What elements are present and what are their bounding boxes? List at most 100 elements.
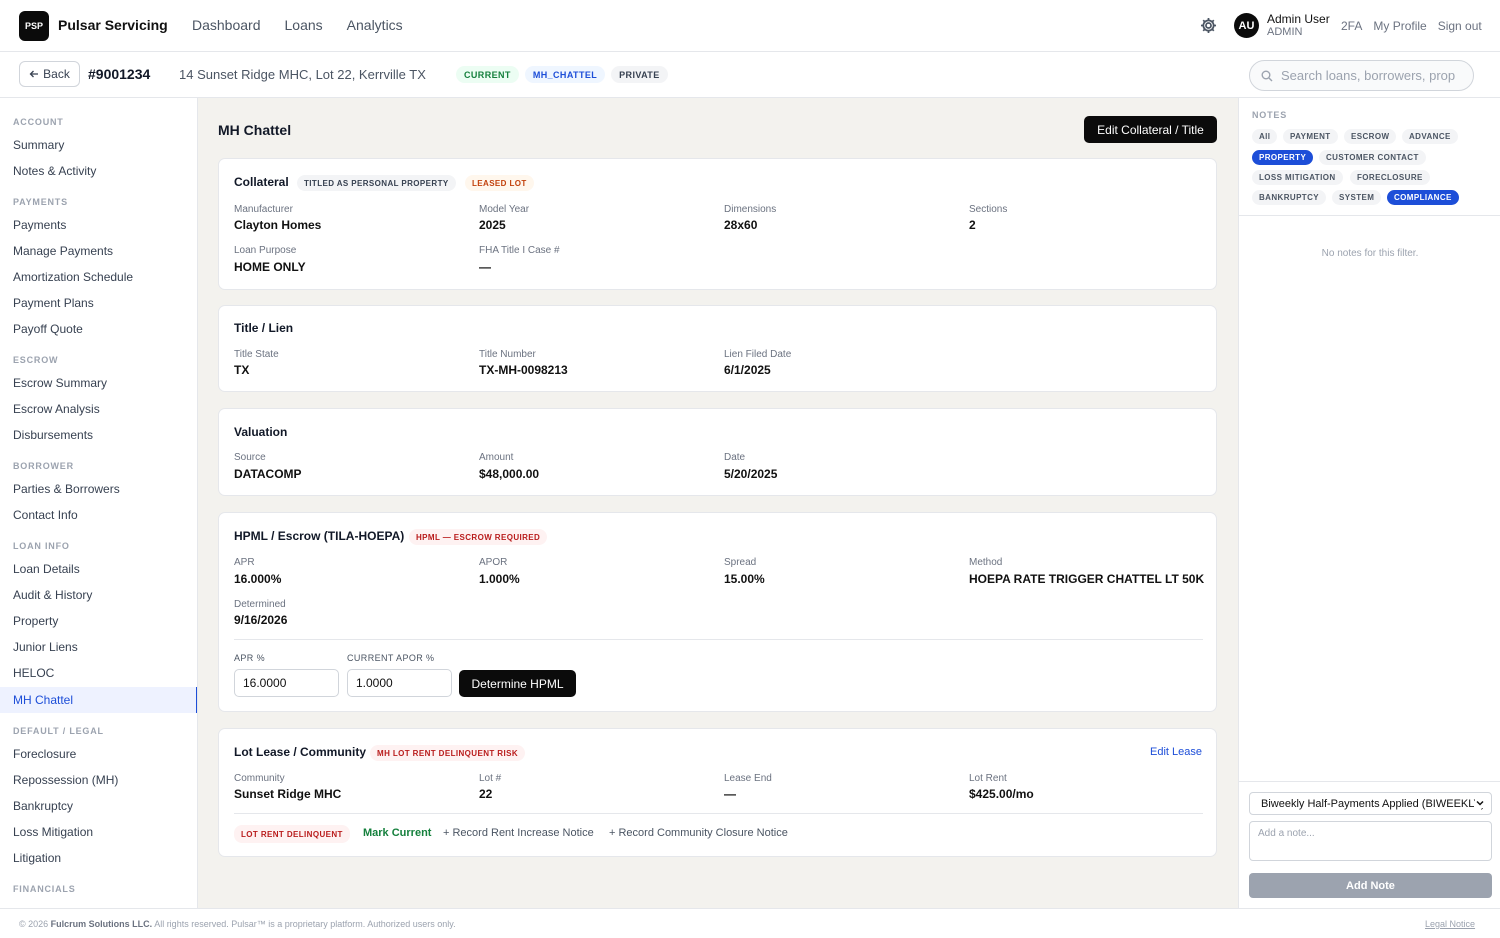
filter-bankruptcy[interactable]: BANKRUPTCY (1252, 190, 1326, 205)
sidebar-item-foreclosure[interactable]: Foreclosure (0, 741, 197, 767)
sidebar: ACCOUNT Summary Notes & Activity PAYMENT… (0, 98, 198, 908)
status-badge: CURRENT (456, 66, 519, 83)
apor-input[interactable]: 1.0000 (347, 669, 452, 697)
divider (234, 813, 1203, 814)
chevron-down-icon (1475, 798, 1485, 808)
app-name[interactable]: Pulsar Servicing (58, 17, 168, 33)
main-nav: Dashboard Loans Analytics (192, 17, 403, 33)
title-state-value: TX (234, 363, 250, 377)
sidebar-section-account: ACCOUNT (13, 117, 64, 127)
edit-collateral-title-button[interactable]: Edit Collateral / Title (1084, 116, 1217, 143)
filter-advance[interactable]: ADVANCE (1402, 129, 1458, 144)
filter-compliance[interactable]: COMPLIANCE (1387, 190, 1459, 205)
sidebar-item-contact-info[interactable]: Contact Info (0, 502, 197, 528)
filter-foreclosure[interactable]: FORECLOSURE (1350, 170, 1430, 185)
filter-customer-contact[interactable]: CUSTOMER CONTACT (1319, 150, 1426, 165)
field-label: Loan Purpose (234, 245, 297, 256)
nav-dashboard[interactable]: Dashboard (192, 17, 261, 33)
field-label: Lease End (724, 773, 772, 784)
add-note-button[interactable]: Add Note (1249, 873, 1492, 898)
sidebar-item-escrow-summary[interactable]: Escrow Summary (0, 370, 197, 396)
sidebar-item-audit-history[interactable]: Audit & History (0, 582, 197, 608)
sidebar-item-payments[interactable]: Payments (0, 212, 197, 238)
apor-input-label: CURRENT APOR % (347, 653, 435, 663)
sidebar-item-junior-liens[interactable]: Junior Liens (0, 634, 197, 660)
method-value: HOEPA RATE TRIGGER CHATTEL LT 50K (969, 572, 1205, 586)
link-my-profile[interactable]: My Profile (1373, 19, 1426, 33)
sidebar-item-payment-plans[interactable]: Payment Plans (0, 290, 197, 316)
field-label: Dimensions (724, 204, 777, 215)
sidebar-section-default-legal: DEFAULT / LEGAL (13, 726, 104, 736)
lot-lease-card: Lot Lease / Community MH LOT RENT DELINQ… (218, 728, 1217, 857)
gear-icon[interactable] (1199, 16, 1218, 35)
valuation-card: Valuation Source DATACOMP Amount $48,000… (218, 408, 1217, 496)
hpml-title: HPML / Escrow (TILA-HOEPA) (234, 529, 405, 543)
app-logo[interactable]: PSP (19, 11, 49, 41)
sidebar-item-loss-mitigation[interactable]: Loss Mitigation (0, 819, 197, 845)
search-icon (1261, 70, 1273, 81)
nav-loans[interactable]: Loans (285, 17, 323, 33)
sidebar-section-loan-info: LOAN INFO (13, 541, 70, 551)
apr-input[interactable]: 16.0000 (234, 669, 339, 697)
link-2fa[interactable]: 2FA (1341, 19, 1362, 33)
sidebar-item-mh-chattel[interactable]: MH Chattel (0, 687, 197, 713)
avatar[interactable]: AU (1234, 13, 1259, 38)
type-badge: MH_CHATTEL (524, 66, 606, 83)
nav-analytics[interactable]: Analytics (347, 17, 403, 33)
record-community-closure-link[interactable]: + Record Community Closure Notice (609, 827, 788, 839)
apr-value: 16.000% (234, 572, 282, 586)
field-label: Community (234, 773, 285, 784)
lot-lease-title: Lot Lease / Community (234, 745, 367, 759)
filter-escrow[interactable]: ESCROW (1344, 129, 1397, 144)
field-label: Source (234, 452, 266, 463)
legal-notice-link[interactable]: Legal Notice (1425, 919, 1475, 929)
sidebar-section-escrow: ESCROW (13, 355, 59, 365)
filter-loss-mitigation[interactable]: LOSS MITIGATION (1252, 170, 1343, 185)
back-button[interactable]: Back (19, 61, 80, 87)
sidebar-item-manage-payments[interactable]: Manage Payments (0, 238, 197, 264)
sidebar-item-amortization-schedule[interactable]: Amortization Schedule (0, 264, 197, 290)
field-label: FHA Title I Case # (479, 245, 560, 256)
filter-payment[interactable]: PAYMENT (1283, 129, 1338, 144)
lot-rent-delinquent-risk-chip: MH LOT RENT DELINQUENT RISK (370, 745, 526, 761)
sidebar-item-property[interactable]: Property (0, 608, 197, 634)
sidebar-item-litigation[interactable]: Litigation (0, 845, 197, 871)
edit-lease-link[interactable]: Edit Lease (1150, 746, 1202, 758)
sidebar-item-repossession[interactable]: Repossession (MH) (0, 767, 197, 793)
main-content: MH Chattel Edit Collateral / Title Colla… (198, 98, 1238, 908)
note-template-select[interactable]: Biweekly Half-Payments Applied (BIWEEKLY… (1249, 792, 1492, 815)
determine-hpml-button[interactable]: Determine HPML (459, 670, 576, 697)
arrow-left-icon (29, 70, 39, 78)
search-input[interactable] (1281, 68, 1471, 83)
sidebar-item-notes-activity[interactable]: Notes & Activity (0, 158, 197, 184)
field-label: Method (969, 557, 1003, 568)
user-name: Admin User (1267, 12, 1330, 26)
mark-current-link[interactable]: Mark Current (363, 827, 431, 839)
sidebar-item-parties-borrowers[interactable]: Parties & Borrowers (0, 476, 197, 502)
spread-value: 15.00% (724, 572, 765, 586)
field-label: Title Number (479, 349, 536, 360)
notes-header: NOTES (1252, 110, 1288, 120)
link-sign-out[interactable]: Sign out (1438, 19, 1482, 33)
sidebar-item-disbursements[interactable]: Disbursements (0, 422, 197, 448)
notes-panel: NOTES All PAYMENT ESCROW ADVANCE PROPERT… (1238, 98, 1500, 908)
filter-all[interactable]: All (1252, 129, 1278, 144)
field-label: Lot Rent (969, 773, 1007, 784)
sidebar-item-escrow-analysis[interactable]: Escrow Analysis (0, 396, 197, 422)
sidebar-item-heloc[interactable]: HELOC (0, 660, 197, 686)
lien-filed-date-value: 6/1/2025 (724, 363, 771, 377)
sidebar-item-payoff-quote[interactable]: Payoff Quote (0, 316, 197, 342)
field-label: APOR (479, 557, 508, 568)
sidebar-section-borrower: BORROWER (13, 461, 74, 471)
note-textarea[interactable]: Add a note... (1249, 821, 1492, 861)
leased-lot-chip: LEASED LOT (465, 175, 534, 191)
sidebar-section-payments: PAYMENTS (13, 197, 68, 207)
record-rent-increase-link[interactable]: + Record Rent Increase Notice (443, 827, 594, 839)
lot-number-value: 22 (479, 787, 493, 801)
filter-property[interactable]: PROPERTY (1252, 150, 1314, 165)
sidebar-item-loan-details[interactable]: Loan Details (0, 556, 197, 582)
user-links: 2FA My Profile Sign out (1341, 19, 1482, 33)
sidebar-item-bankruptcy[interactable]: Bankruptcy (0, 793, 197, 819)
sidebar-item-summary[interactable]: Summary (0, 132, 197, 158)
filter-system[interactable]: SYSTEM (1332, 190, 1382, 205)
